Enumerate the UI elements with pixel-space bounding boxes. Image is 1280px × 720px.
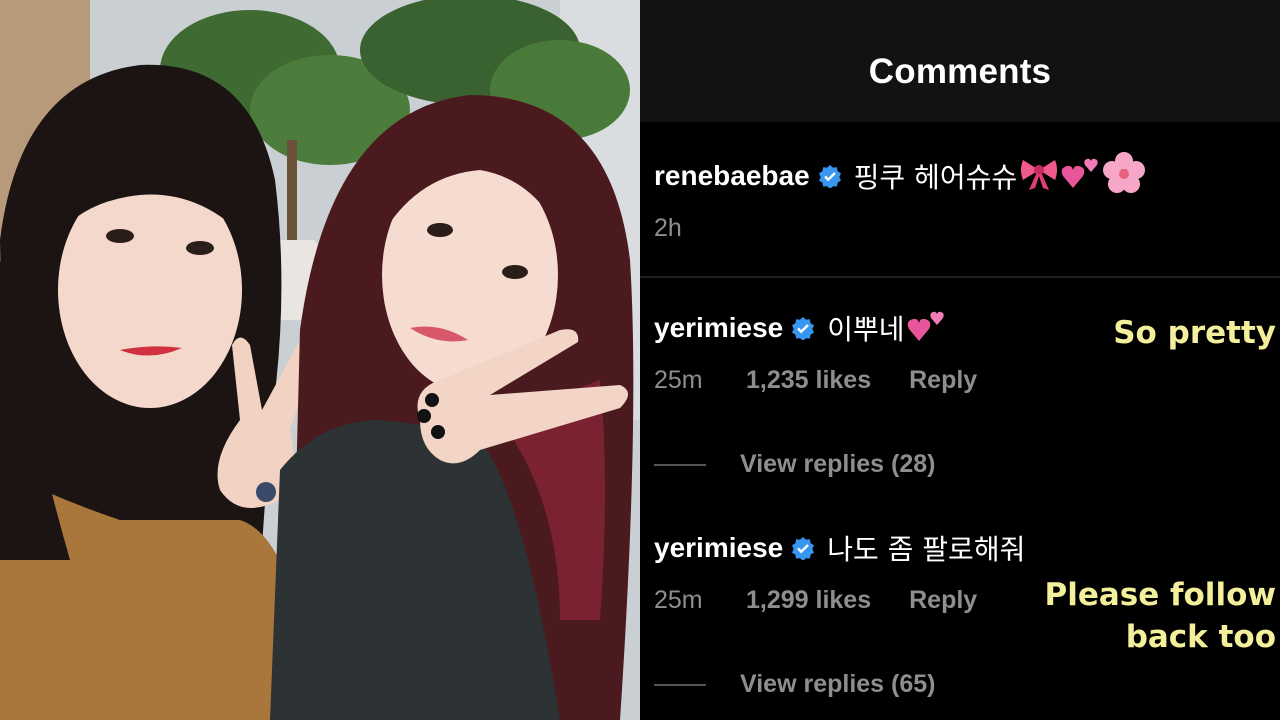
comment-line: yerimiese 이뿌네 — [654, 308, 947, 348]
view-replies-label: View replies (28) — [740, 450, 936, 478]
comment-item: renebaebae 핑쿠 헤어슈슈 2h — [654, 152, 1280, 272]
translation-caption: Please follow back too — [1044, 574, 1276, 658]
reply-button[interactable]: Reply — [909, 366, 977, 395]
timestamp: 25m — [654, 586, 703, 614]
view-replies-button[interactable]: View replies (65) — [654, 670, 935, 699]
divider — [640, 276, 1280, 278]
replies-dash — [654, 463, 706, 466]
timestamp: 2h — [654, 214, 682, 242]
comment-meta: 25m 1,235 likes Reply — [654, 366, 977, 395]
username[interactable]: renebaebae — [654, 160, 810, 192]
comment-line: yerimiese 나도 좀 팔로해줘 — [654, 528, 1025, 568]
view-replies-label: View replies (65) — [740, 670, 936, 698]
replies-dash — [654, 683, 706, 686]
comment-meta: 25m 1,299 likes Reply — [654, 586, 977, 615]
two-hearts-emoji — [907, 309, 947, 348]
comment-text: 이뿌네 — [827, 313, 905, 346]
translation-caption: So pretty — [1113, 315, 1276, 351]
comments-header: Comments — [640, 0, 1280, 122]
translation-line: back too — [1125, 619, 1276, 655]
verified-badge-icon — [818, 164, 842, 188]
comment-text: 핑쿠 헤어슈슈 — [853, 160, 1018, 194]
selfie-photo — [0, 0, 640, 720]
cherry-blossom-emoji — [1103, 152, 1146, 199]
likes-count[interactable]: 1,299 likes — [746, 586, 871, 615]
photo-illustration — [0, 0, 640, 720]
comment-line: renebaebae 핑쿠 헤어슈슈 — [654, 152, 1146, 199]
timestamp: 25m — [654, 366, 703, 394]
comment-text: 나도 좀 팔로해줘 — [827, 533, 1026, 566]
verified-badge-icon — [791, 536, 815, 560]
translation-line: Please follow — [1044, 577, 1276, 613]
view-replies-button[interactable]: View replies (28) — [654, 450, 935, 479]
likes-count[interactable]: 1,235 likes — [746, 366, 871, 395]
username[interactable]: yerimiese — [654, 312, 783, 344]
comment-meta: 2h — [654, 214, 746, 243]
page-title: Comments — [868, 52, 1052, 91]
comments-panel: Comments renebaebae 핑쿠 헤어슈슈 2h yerimiese… — [640, 0, 1280, 720]
two-hearts-emoji — [1061, 156, 1101, 195]
verified-badge-icon — [791, 316, 815, 340]
ribbon-emoji — [1019, 156, 1059, 195]
reply-button[interactable]: Reply — [909, 586, 977, 615]
username[interactable]: yerimiese — [654, 532, 783, 564]
